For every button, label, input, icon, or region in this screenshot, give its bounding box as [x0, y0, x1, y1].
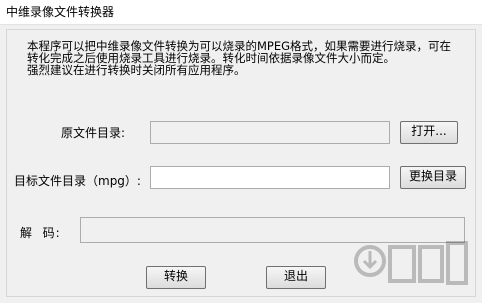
- download-site-watermark-icon: [354, 241, 468, 285]
- source-dir-label: 原文件目录:: [61, 126, 126, 140]
- exit-button[interactable]: 退出: [266, 266, 326, 289]
- source-dir-field[interactable]: [150, 121, 390, 144]
- description-line-3: 强烈建议在进行转换时关闭所有应用程序。: [27, 63, 246, 77]
- convert-button[interactable]: 转换: [146, 266, 206, 289]
- change-dir-button[interactable]: 更换目录: [400, 166, 466, 189]
- title-bar: 中维录像文件转换器: [0, 0, 482, 25]
- open-button[interactable]: 打开...: [400, 121, 458, 144]
- window-title: 中维录像文件转换器: [6, 5, 115, 19]
- description-text: 本程序可以把中维录像文件转换为可以烧录的MPEG格式，如果需要进行烧录，可在 转…: [27, 40, 467, 76]
- target-dir-field[interactable]: [150, 166, 390, 189]
- decode-label: 解 码:: [20, 226, 61, 240]
- app-window: 中维录像文件转换器 本程序可以把中维录像文件转换为可以烧录的MPEG格式，如果需…: [0, 0, 482, 303]
- target-dir-label: 目标文件目录（mpg）:: [14, 174, 141, 188]
